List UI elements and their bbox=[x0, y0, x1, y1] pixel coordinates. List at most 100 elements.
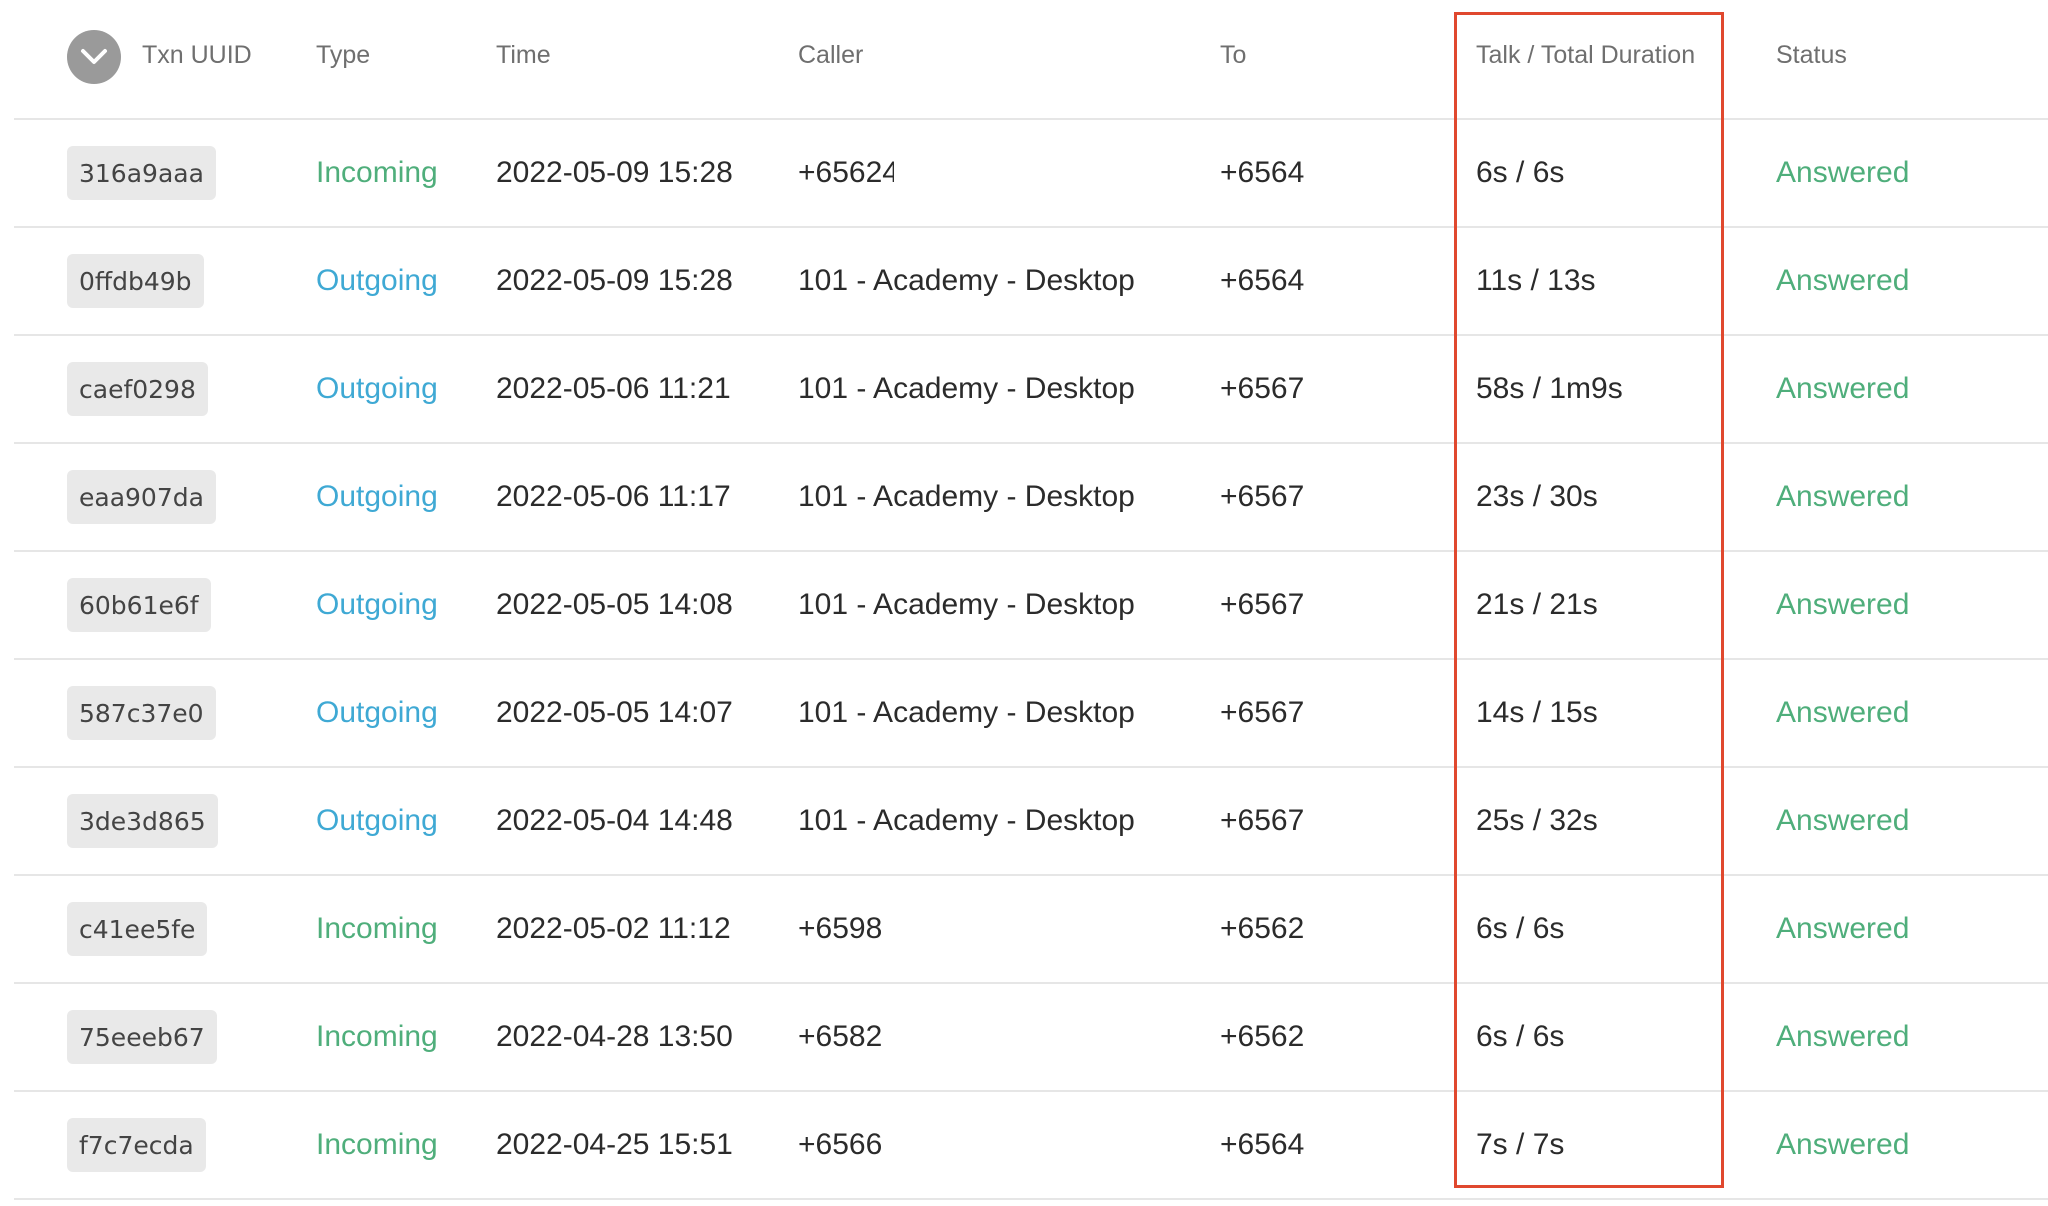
cell-duration: 58s / 1m9s bbox=[1476, 336, 1623, 442]
cell-time: 2022-05-05 14:08 bbox=[496, 552, 733, 658]
call-type-label: Outgoing bbox=[316, 480, 438, 513]
call-type-label: Outgoing bbox=[316, 264, 438, 297]
cell-status: Answered bbox=[1776, 552, 1909, 658]
duration-label: 21s / 21s bbox=[1476, 588, 1598, 621]
duration-label: 14s / 15s bbox=[1476, 696, 1598, 729]
caller-label: 101 - Academy - Desktop bbox=[798, 804, 1135, 837]
cell-duration: 21s / 21s bbox=[1476, 552, 1598, 658]
table-row[interactable]: 316a9aaa Incoming 2022-05-09 15:28 +65624 +6… bbox=[14, 120, 2048, 228]
txn-uuid-badge[interactable]: caef0298 bbox=[67, 362, 208, 416]
cell-duration: 6s / 6s bbox=[1476, 876, 1564, 982]
cell-duration: 11s / 13s bbox=[1476, 228, 1596, 334]
table-row[interactable]: c41ee5fe Incoming 2022-05-02 11:12 +6598 +65… bbox=[14, 876, 2048, 984]
column-header-txn-uuid[interactable]: Txn UUID bbox=[142, 41, 252, 70]
duration-label: 6s / 6s bbox=[1476, 1020, 1565, 1053]
table-row[interactable]: 60b61e6f Outgoing 2022-05-05 14:08 101 - Ac… bbox=[14, 552, 2048, 660]
caller-label: 101 - Academy - Desktop bbox=[798, 696, 1135, 729]
txn-uuid-badge[interactable]: eaa907da bbox=[67, 470, 216, 524]
cell-status: Answered bbox=[1776, 660, 1909, 766]
column-header-caller[interactable]: Caller bbox=[798, 41, 863, 70]
cell-status: Answered bbox=[1776, 1092, 1909, 1198]
cell-status: Answered bbox=[1776, 876, 1909, 982]
txn-uuid-badge[interactable]: 75eeeb67 bbox=[67, 1010, 217, 1064]
table-row[interactable]: 3de3d865 Outgoing 2022-05-04 14:48 101 - Ac… bbox=[14, 768, 2048, 876]
cell-type: Incoming bbox=[316, 984, 438, 1090]
cell-txn-uuid: 60b61e6f bbox=[67, 552, 211, 658]
txn-uuid-badge[interactable]: 316a9aaa bbox=[67, 146, 216, 200]
cell-to: +6562 bbox=[1220, 984, 1308, 1090]
duration-label: 11s / 13s bbox=[1476, 264, 1596, 297]
column-header-type[interactable]: Type bbox=[316, 41, 370, 70]
cell-txn-uuid: 75eeeb67 bbox=[67, 984, 217, 1090]
call-time-label: 2022-05-04 14:48 bbox=[496, 804, 733, 837]
column-header-duration[interactable]: Talk / Total Duration bbox=[1476, 41, 1695, 70]
cell-time: 2022-04-25 15:51 bbox=[496, 1092, 733, 1198]
call-log-table: Txn UUID Type Time Caller To Talk / Tota… bbox=[14, 0, 2048, 1200]
to-label: +6564 bbox=[1220, 1128, 1305, 1161]
txn-uuid-badge[interactable]: 3de3d865 bbox=[67, 794, 218, 848]
column-header-status[interactable]: Status bbox=[1776, 41, 1847, 70]
column-header-to[interactable]: To bbox=[1220, 41, 1246, 70]
cell-to: +6564 bbox=[1220, 1092, 1308, 1198]
cell-status: Answered bbox=[1776, 768, 1909, 874]
call-time-label: 2022-05-09 15:28 bbox=[496, 264, 733, 297]
cell-to: +6562 bbox=[1220, 876, 1308, 982]
to-label: +6567 bbox=[1220, 372, 1305, 405]
duration-label: 6s / 6s bbox=[1476, 156, 1565, 189]
cell-type: Outgoing bbox=[316, 768, 438, 874]
cell-to: +6567 bbox=[1220, 444, 1308, 550]
cell-txn-uuid: 0ffdb49b bbox=[67, 228, 204, 334]
table-row[interactable]: 0ffdb49b Outgoing 2022-05-09 15:28 101 - Ac… bbox=[14, 228, 2048, 336]
to-label: +6567 bbox=[1220, 696, 1305, 729]
cell-txn-uuid: caef0298 bbox=[67, 336, 208, 442]
caller-label: 101 - Academy - Desktop bbox=[798, 372, 1135, 405]
cell-time: 2022-05-09 15:28 bbox=[496, 228, 733, 334]
cell-txn-uuid: 3de3d865 bbox=[67, 768, 218, 874]
call-type-label: Incoming bbox=[316, 912, 438, 945]
txn-uuid-badge[interactable]: 60b61e6f bbox=[67, 578, 211, 632]
cell-caller: +6598 bbox=[798, 876, 882, 982]
cell-time: 2022-05-06 11:17 bbox=[496, 444, 731, 550]
chevron-down-icon bbox=[81, 49, 107, 64]
cell-txn-uuid: c41ee5fe bbox=[67, 876, 208, 982]
txn-uuid-badge[interactable]: 587c37e0 bbox=[67, 686, 216, 740]
cell-caller: 101 - Academy - Desktop bbox=[798, 444, 1135, 550]
duration-label: 6s / 6s bbox=[1476, 912, 1565, 945]
txn-uuid-badge[interactable]: c41ee5fe bbox=[67, 902, 208, 956]
cell-duration: 23s / 30s bbox=[1476, 444, 1598, 550]
cell-txn-uuid: f7c7ecda bbox=[67, 1092, 206, 1198]
cell-to: +6567 bbox=[1220, 552, 1308, 658]
table-row[interactable]: eaa907da Outgoing 2022-05-06 11:17 101 - Ac… bbox=[14, 444, 2048, 552]
txn-uuid-badge[interactable]: 0ffdb49b bbox=[67, 254, 204, 308]
column-header-time[interactable]: Time bbox=[496, 41, 551, 70]
cell-time: 2022-05-06 11:21 bbox=[496, 336, 731, 442]
cell-type: Outgoing bbox=[316, 228, 438, 334]
to-label: +6567 bbox=[1220, 804, 1305, 837]
call-type-label: Incoming bbox=[316, 156, 438, 189]
cell-to: +6567 bbox=[1220, 768, 1308, 874]
cell-status: Answered bbox=[1776, 120, 1909, 226]
table-row[interactable]: 75eeeb67 Incoming 2022-04-28 13:50 +6582 +65… bbox=[14, 984, 2048, 1092]
call-time-label: 2022-05-06 11:17 bbox=[496, 480, 731, 513]
collapse-toggle-button[interactable] bbox=[67, 30, 121, 84]
table-row[interactable]: f7c7ecda Incoming 2022-04-25 15:51 +6566 +65… bbox=[14, 1092, 2048, 1200]
caller-label: 101 - Academy - Desktop bbox=[798, 588, 1135, 621]
cell-status: Answered bbox=[1776, 228, 1909, 334]
cell-caller: 101 - Academy - Desktop bbox=[798, 228, 1135, 334]
table-row[interactable]: caef0298 Outgoing 2022-05-06 11:21 101 - Ac… bbox=[14, 336, 2048, 444]
cell-caller: +65624 bbox=[798, 120, 894, 226]
cell-type: Outgoing bbox=[316, 444, 438, 550]
status-label: Answered bbox=[1776, 1128, 1910, 1161]
caller-label: 101 - Academy - Desktop bbox=[798, 480, 1135, 513]
table-body: 316a9aaa Incoming 2022-05-09 15:28 +65624 +6… bbox=[14, 120, 2048, 1200]
cell-caller: 101 - Academy - Desktop bbox=[798, 552, 1135, 658]
status-label: Answered bbox=[1776, 696, 1910, 729]
table-row[interactable]: 587c37e0 Outgoing 2022-05-05 14:07 101 - Ac… bbox=[14, 660, 2048, 768]
cell-status: Answered bbox=[1776, 336, 1909, 442]
cell-txn-uuid: 316a9aaa bbox=[67, 120, 216, 226]
duration-label: 25s / 32s bbox=[1476, 804, 1598, 837]
call-time-label: 2022-05-05 14:07 bbox=[496, 696, 733, 729]
call-type-label: Outgoing bbox=[316, 696, 438, 729]
to-label: +6564 bbox=[1220, 264, 1305, 297]
txn-uuid-badge[interactable]: f7c7ecda bbox=[67, 1118, 206, 1172]
